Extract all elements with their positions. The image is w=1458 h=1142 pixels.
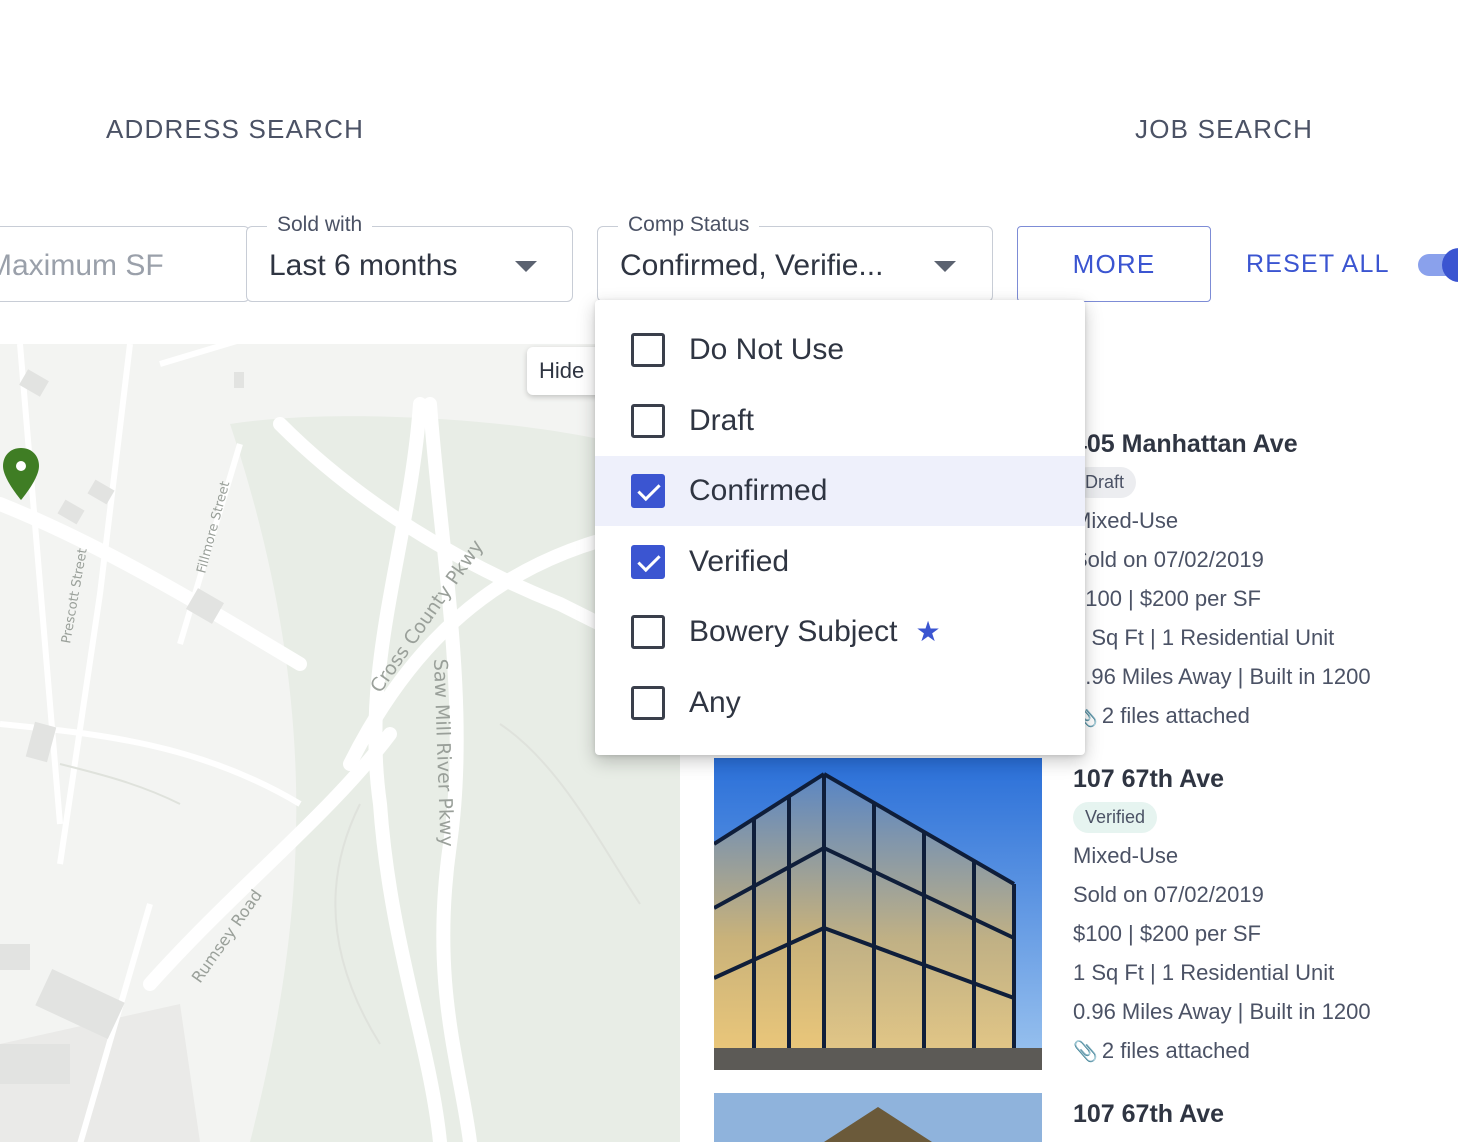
star-icon: ★	[915, 616, 941, 647]
listing-size: 1 Sq Ft | 1 Residential Unit	[1073, 960, 1335, 985]
listing-address[interactable]: 107 67th Ave	[1073, 765, 1371, 794]
listing-size: 1 Sq Ft | 1 Residential Unit	[1073, 625, 1335, 650]
checkbox[interactable]	[631, 404, 665, 438]
menu-item-label: Any	[689, 686, 741, 719]
listing-card[interactable]: 107 67th Ave	[1073, 1100, 1224, 1137]
comp-status-select[interactable]: Comp Status Confirmed, Verifie...	[597, 213, 993, 302]
listing-address[interactable]: 107 67th Ave	[1073, 1100, 1224, 1129]
listing-files: 📎 2 files attached	[1073, 1038, 1250, 1063]
listing-card[interactable]: 107 67th Ave Verified Mixed-Use Sold on …	[1073, 765, 1371, 1078]
listing-sold-date: Sold on 07/02/2019	[1073, 547, 1264, 572]
listing-card[interactable]: 405 Manhattan Ave Draft Mixed-Use Sold o…	[1073, 430, 1371, 743]
menu-item-verified[interactable]: Verified	[595, 527, 1085, 597]
comp-status-menu: Do Not Use Draft Confirmed Verified Bowe…	[595, 300, 1085, 755]
chevron-down-icon	[934, 261, 956, 272]
listing-photo[interactable]	[714, 758, 1042, 1070]
listing-photo[interactable]	[714, 1093, 1042, 1142]
maximum-sf-placeholder: Maximum SF	[0, 249, 164, 282]
comp-status-value: Confirmed, Verifie...	[620, 249, 884, 282]
map[interactable]: Prescott Street Fillmore Street Cross Co…	[0, 344, 680, 1142]
menu-item-bowery-subject[interactable]: Bowery Subject ★	[595, 597, 1085, 667]
menu-item-label: Bowery Subject	[689, 615, 898, 648]
sold-with-value: Last 6 months	[269, 249, 458, 282]
menu-item-draft[interactable]: Draft	[595, 386, 1085, 456]
menu-item-confirmed[interactable]: Confirmed	[595, 456, 1085, 526]
listing-distance: 0.96 Miles Away | Built in 1200	[1073, 664, 1371, 689]
checkbox[interactable]	[631, 333, 665, 367]
checkbox[interactable]	[631, 686, 665, 720]
menu-item-do-not-use[interactable]: Do Not Use	[595, 315, 1085, 385]
menu-item-label: Do Not Use	[689, 333, 845, 366]
menu-item-label: Confirmed	[689, 474, 828, 507]
menu-item-label: Draft	[689, 404, 755, 437]
map-pin-icon[interactable]	[1, 446, 41, 502]
listing-sold-date: Sold on 07/02/2019	[1073, 882, 1264, 907]
listing-type: Mixed-Use	[1073, 843, 1179, 868]
listing-type: Mixed-Use	[1073, 508, 1179, 533]
listing-distance: 0.96 Miles Away | Built in 1200	[1073, 999, 1371, 1024]
map-canvas: Prescott Street Fillmore Street Cross Co…	[0, 344, 680, 1142]
status-badge: Verified	[1073, 802, 1158, 833]
checkbox-checked[interactable]	[631, 545, 665, 579]
menu-item-any[interactable]: Any	[595, 668, 1085, 738]
listing-price: $100 | $200 per SF	[1073, 921, 1261, 946]
reset-all-button[interactable]: RESET ALL	[1246, 250, 1390, 279]
sold-with-select[interactable]: Sold with Last 6 months	[246, 213, 573, 302]
tab-address-search[interactable]: ADDRESS SEARCH	[106, 114, 364, 145]
paperclip-icon: 📎	[1073, 1041, 1098, 1063]
checkbox-checked[interactable]	[631, 474, 665, 508]
checkbox[interactable]	[631, 615, 665, 649]
listing-price: $100 | $200 per SF	[1073, 586, 1261, 611]
menu-item-label: Verified	[689, 545, 790, 578]
chevron-down-icon	[515, 261, 537, 272]
sold-with-legend: Sold with	[267, 213, 373, 237]
more-button[interactable]: MORE	[1017, 226, 1211, 302]
comp-status-legend: Comp Status	[618, 213, 760, 237]
listing-address[interactable]: 405 Manhattan Ave	[1073, 430, 1371, 459]
tab-job-search[interactable]: JOB SEARCH	[1135, 114, 1313, 145]
listing-files: 📎 2 files attached	[1073, 703, 1250, 728]
maximum-sf-field[interactable]: Maximum SF	[0, 226, 250, 302]
